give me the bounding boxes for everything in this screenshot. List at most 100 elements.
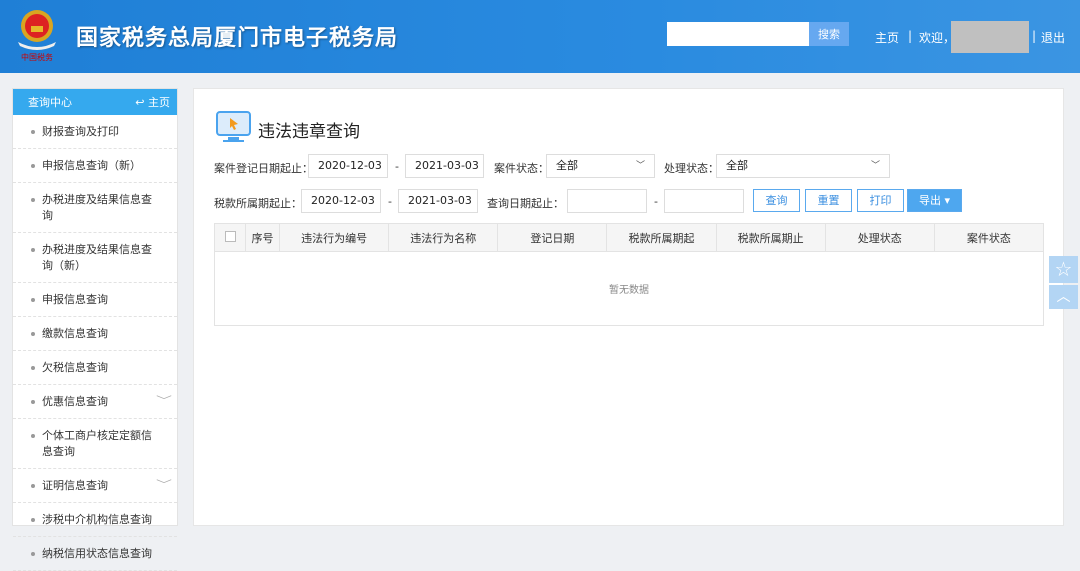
username-redacted xyxy=(951,21,1029,53)
print-button[interactable]: 打印 xyxy=(857,189,904,212)
search-input[interactable] xyxy=(667,22,809,46)
chevron-down-icon[interactable]: ﹀ xyxy=(156,478,172,494)
star-icon: ☆ xyxy=(1054,257,1073,281)
chevron-down-icon[interactable]: ﹀ xyxy=(156,394,172,410)
welcome-text: 欢迎， xyxy=(919,31,956,45)
select-all-cell xyxy=(213,223,247,252)
bullet-icon xyxy=(31,164,35,168)
sidebar-item-label: 财报查询及打印 xyxy=(42,125,119,138)
logout-link[interactable]: 退出 xyxy=(1041,29,1065,46)
query-date-label: 查询日期起止： xyxy=(487,197,564,210)
sidebar-item[interactable]: 缴款信息查询 xyxy=(13,317,177,351)
bullet-icon xyxy=(31,298,35,302)
sidebar-item-label: 个体工商户核定定额信息查询 xyxy=(42,429,152,458)
separator: | xyxy=(908,29,913,43)
dash: - xyxy=(395,160,399,173)
column-header: 税款所属期止 xyxy=(715,223,826,252)
bullet-icon xyxy=(31,434,35,438)
site-title: 国家税务总局厦门市电子税务局 xyxy=(76,26,399,51)
chevron-up-icon: ︿ xyxy=(1056,289,1071,305)
favorite-star-button[interactable]: ☆ xyxy=(1049,256,1078,283)
sidebar-item[interactable]: 涉税中介机构信息查询 xyxy=(13,503,177,537)
back-arrow-icon: ↩ xyxy=(135,96,148,109)
sidebar-home-link[interactable]: ↩ 主页 xyxy=(135,94,170,110)
empty-message: 暂无数据 xyxy=(609,285,649,296)
sidebar-item-label: 申报信息查询 xyxy=(42,293,108,306)
bullet-icon xyxy=(31,198,35,202)
query-date-from-input[interactable] xyxy=(567,189,647,213)
sidebar: 查询中心 ↩ 主页 财报查询及打印申报信息查询（新） 办税进度及结果信息查询 办税进… xyxy=(12,88,178,571)
bullet-icon xyxy=(31,552,35,556)
column-header: 税款所属期起 xyxy=(606,223,717,252)
sidebar-item-label: 办税进度及结果信息查询 xyxy=(42,193,152,222)
sidebar-item-label: 优惠信息查询 xyxy=(42,395,108,408)
sidebar-item[interactable]: 申报信息查询 xyxy=(13,283,177,317)
bullet-icon xyxy=(31,518,35,522)
dash: - xyxy=(654,195,658,208)
sidebar-home-label: 主页 xyxy=(148,96,170,109)
sidebar-item[interactable]: 欠税信息查询 xyxy=(13,351,177,385)
sidebar-item[interactable]: 财报查询及打印 xyxy=(13,115,177,149)
reg-date-from-input[interactable]: 2020-12-03 xyxy=(308,154,388,178)
proc-status-select[interactable]: 全部 ﹀ xyxy=(716,154,890,178)
back-to-top-button[interactable]: ︿ xyxy=(1049,285,1078,309)
sidebar-item-label: 办税进度及结果信息查询（新） xyxy=(42,243,152,272)
export-button[interactable]: 导出 ▾ xyxy=(907,189,962,212)
query-date-to-input[interactable] xyxy=(664,189,744,213)
proc-status-value: 全部 xyxy=(726,159,748,172)
bullet-icon xyxy=(31,400,35,404)
export-label: 导出 xyxy=(918,194,941,207)
column-header: 案件状态 xyxy=(933,223,1045,252)
column-header: 序号 xyxy=(245,223,281,252)
reg-date-to-input[interactable]: 2021-03-03 xyxy=(405,154,484,178)
column-header: 违法行为编号 xyxy=(279,223,390,252)
bullet-icon xyxy=(31,332,35,336)
sidebar-item-label: 涉税中介机构信息查询 xyxy=(42,513,152,526)
sidebar-item-label: 申报信息查询（新） xyxy=(42,159,141,172)
page-title: 违法违章查询 xyxy=(258,122,360,142)
sidebar-title: 查询中心 xyxy=(28,96,72,109)
sidebar-item[interactable]: 申报信息查询（新） xyxy=(13,149,177,183)
sidebar-item[interactable]: 办税进度及结果信息查询 xyxy=(13,183,177,233)
reg-date-label: 案件登记日期起止： xyxy=(214,162,313,175)
bullet-icon xyxy=(31,248,35,252)
results-table: 序号 违法行为编号 违法行为名称 登记日期 税款所属期起 税款所属期止 处理状态 案件状态 暂… xyxy=(213,223,1045,326)
emblem-caption: 中国税务 xyxy=(21,52,53,62)
case-status-label: 案件状态： xyxy=(494,162,549,175)
column-header: 登记日期 xyxy=(497,223,608,252)
select-all-checkbox[interactable] xyxy=(224,230,236,242)
home-link[interactable]: 主页 xyxy=(875,29,899,46)
sidebar-item[interactable]: 个体工商户核定定额信息查询 xyxy=(13,419,177,469)
bullet-icon xyxy=(31,130,35,134)
header: 中国税务 国家税务总局厦门市电子税务局 搜索 主页 | 欢迎， | 退出 xyxy=(0,0,1080,73)
search-button[interactable]: 搜索 xyxy=(809,22,849,46)
sidebar-item[interactable]: 证明信息查询 ﹀ xyxy=(13,469,177,503)
reset-button[interactable]: 重置 xyxy=(805,189,852,212)
dash: - xyxy=(388,195,392,208)
caret-down-icon: ▾ xyxy=(944,194,951,207)
bullet-icon xyxy=(31,484,35,488)
sidebar-item-label: 欠税信息查询 xyxy=(42,361,108,374)
tax-period-to-input[interactable]: 2021-03-03 xyxy=(398,189,478,213)
tax-period-from-input[interactable]: 2020-12-03 xyxy=(301,189,381,213)
query-button[interactable]: 查询 xyxy=(753,189,800,212)
column-header: 处理状态 xyxy=(824,223,935,252)
bullet-icon xyxy=(31,366,35,370)
chevron-down-icon: ﹀ xyxy=(870,161,880,171)
chevron-down-icon: ﹀ xyxy=(635,161,645,171)
sidebar-item[interactable]: 纳税信用状态信息查询 xyxy=(13,537,177,571)
main-panel: 违法违章查询 案件登记日期起止： 2020-12-03 - 2021-03-03… xyxy=(193,88,1064,526)
monitor-cursor-icon xyxy=(216,111,251,142)
sidebar-item[interactable]: 优惠信息查询 ﹀ xyxy=(13,385,177,419)
sidebar-item-label: 缴款信息查询 xyxy=(42,327,108,340)
tax-period-label: 税款所属期起止： xyxy=(214,197,302,210)
sidebar-item-label: 纳税信用状态信息查询 xyxy=(42,547,152,560)
sidebar-header: 查询中心 ↩ 主页 xyxy=(13,89,177,115)
case-status-value: 全部 xyxy=(556,159,578,172)
separator: | xyxy=(1032,29,1037,43)
emblem-icon: 中国税务 xyxy=(18,10,56,62)
proc-status-label: 处理状态： xyxy=(664,162,719,175)
case-status-select[interactable]: 全部 ﹀ xyxy=(546,154,655,178)
sidebar-item[interactable]: 办税进度及结果信息查询（新） xyxy=(13,233,177,283)
column-header: 违法行为名称 xyxy=(388,223,499,252)
